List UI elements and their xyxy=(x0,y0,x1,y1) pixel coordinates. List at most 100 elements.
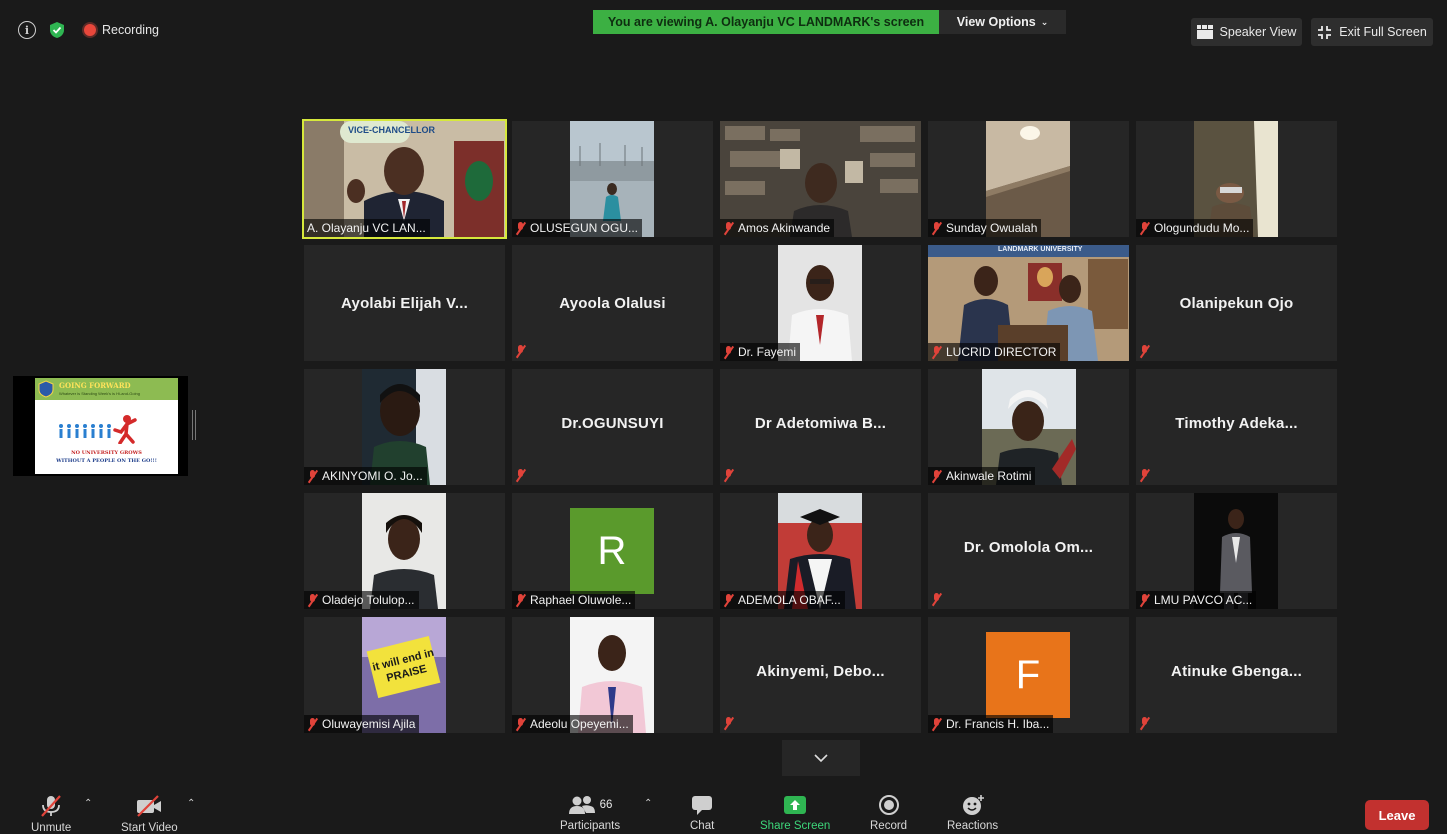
participant-tile[interactable]: Ayoola Olalusi xyxy=(512,245,713,361)
participant-name: Ologundudu Mo... xyxy=(1154,221,1250,235)
participant-name: A. Olayanju VC LAN... xyxy=(307,221,426,235)
participant-name: Oluwayemisi Ajila xyxy=(322,717,416,731)
participant-tile[interactable]: LANDMARK UNIVERSITY LUCRID DIRECTOR xyxy=(928,245,1129,361)
start-video-label: Start Video xyxy=(121,822,178,834)
speaker-view-button[interactable]: Speaker View xyxy=(1191,18,1302,46)
meeting-toolbar: Unmute ⌃ Start Video ⌃ 66 Participants ⌃ xyxy=(0,786,1447,834)
participant-tile[interactable]: R Raphael Oluwole... xyxy=(512,493,713,609)
mic-muted-icon xyxy=(931,469,942,483)
share-screen-icon xyxy=(784,796,807,814)
audio-options-caret[interactable]: ⌃ xyxy=(84,798,92,809)
mic-muted-icon xyxy=(723,221,734,235)
participant-name: Dr. Francis H. Iba... xyxy=(946,717,1050,731)
avatar: R xyxy=(570,508,654,594)
participants-button[interactable]: 66 Participants xyxy=(560,794,620,832)
participant-tile[interactable]: it will end in PRAISE Oluwayemisi Ajila xyxy=(304,617,505,733)
participant-nameplate: A. Olayanju VC LAN... xyxy=(304,219,430,237)
view-options-label: View Options xyxy=(956,15,1036,29)
participant-tile[interactable]: Ologundudu Mo... xyxy=(1136,121,1337,237)
participant-name: Sunday Owualah xyxy=(946,221,1038,235)
participant-name: Akinyemi, Debo... xyxy=(756,662,885,680)
participant-tile[interactable]: Timothy Adeka... xyxy=(1136,369,1337,485)
next-page-button[interactable] xyxy=(782,740,860,776)
speaker-view-icon xyxy=(1196,25,1213,39)
participant-tile[interactable]: Dr.OGUNSUYI xyxy=(512,369,713,485)
leave-button[interactable]: Leave xyxy=(1365,800,1429,830)
participant-tile[interactable]: Olanipekun Ojo xyxy=(1136,245,1337,361)
participant-nameplate: ADEMOLA OBAF... xyxy=(720,591,845,609)
participant-tile[interactable]: ADEMOLA OBAF... xyxy=(720,493,921,609)
view-options-button[interactable]: View Options ⌄ xyxy=(939,10,1066,34)
mic-muted-icon xyxy=(723,717,734,730)
resize-handle[interactable] xyxy=(192,410,196,440)
unmute-label: Unmute xyxy=(31,822,72,834)
participant-tile[interactable]: Akinyemi, Debo... xyxy=(720,617,921,733)
mic-muted-icon xyxy=(307,717,318,731)
participants-options-caret[interactable]: ⌃ xyxy=(644,798,652,809)
participant-tile[interactable]: Dr Adetomiwa B... xyxy=(720,369,921,485)
record-button[interactable]: Record xyxy=(870,794,907,832)
participant-nameplate: AKINYOMI O. Jo... xyxy=(304,467,427,485)
mic-muted-icon xyxy=(515,469,526,482)
participant-nameplate: Ologundudu Mo... xyxy=(1136,219,1254,237)
participant-tile[interactable]: LMU PAVCO AC... xyxy=(1136,493,1337,609)
slide-title: GOING FORWARD xyxy=(59,381,131,390)
participant-nameplate: LUCRID DIRECTOR xyxy=(928,343,1061,361)
participant-name: Dr.OGUNSUYI xyxy=(561,414,664,432)
participant-tile[interactable]: Dr. Omolola Om... xyxy=(928,493,1129,609)
participant-nameplate: Adeolu Opeyemi... xyxy=(512,715,633,733)
shield-icon[interactable] xyxy=(48,21,66,39)
top-bar: i Recording You are viewing A. Olayanju … xyxy=(0,0,1447,64)
mic-muted-icon xyxy=(515,593,526,607)
start-video-button[interactable]: Start Video xyxy=(121,794,178,834)
chevron-down-icon xyxy=(814,754,828,763)
chat-button[interactable]: Chat xyxy=(690,794,714,832)
participant-name: ADEMOLA OBAF... xyxy=(738,593,841,607)
video-off-icon xyxy=(137,795,162,817)
participant-tile-active-speaker[interactable]: VICE-CHANCELLOR A. Olayanju VC LAN... xyxy=(302,119,507,239)
people-row-icon xyxy=(59,424,111,438)
gallery-grid: VICE-CHANCELLOR A. Olayanju VC LAN... OL… xyxy=(302,119,1338,733)
participant-tile[interactable]: Sunday Owualah xyxy=(928,121,1129,237)
participant-tile[interactable]: Adeolu Opeyemi... xyxy=(512,617,713,733)
mic-muted-icon xyxy=(515,345,526,358)
participant-name: Amos Akinwande xyxy=(738,221,831,235)
share-screen-button[interactable]: Share Screen xyxy=(760,794,830,832)
mic-muted-icon xyxy=(1139,593,1150,607)
participant-nameplate: Dr. Fayemi xyxy=(720,343,801,361)
participant-tile[interactable]: Oladejo Tolulop... xyxy=(304,493,505,609)
participant-name: AKINYOMI O. Jo... xyxy=(322,469,423,483)
video-options-caret[interactable]: ⌃ xyxy=(187,798,195,809)
participant-tile[interactable]: Atinuke Gbenga... xyxy=(1136,617,1337,733)
participant-tile[interactable]: Amos Akinwande xyxy=(720,121,921,237)
participant-tile[interactable]: Ayolabi Elijah V... xyxy=(304,245,505,361)
mic-muted-icon xyxy=(1139,345,1150,358)
info-icon[interactable]: i xyxy=(18,21,36,39)
unmute-button[interactable]: Unmute xyxy=(31,794,71,834)
participant-tile[interactable]: Akinwale Rotimi xyxy=(928,369,1129,485)
shared-screen-slide: GOING FORWARD Whatever is Standing Week'… xyxy=(35,378,178,474)
mic-muted-icon xyxy=(1139,469,1150,482)
exit-full-screen-button[interactable]: Exit Full Screen xyxy=(1311,18,1433,46)
participants-icon xyxy=(568,796,595,814)
participant-tile[interactable]: Dr. Fayemi xyxy=(720,245,921,361)
mic-muted-icon xyxy=(1139,221,1150,235)
reactions-button[interactable]: Reactions xyxy=(947,794,998,832)
slide-line-1: NO UNIVERSITY GROWS xyxy=(71,450,142,456)
participant-name: Atinuke Gbenga... xyxy=(1171,662,1302,680)
participant-name: LMU PAVCO AC... xyxy=(1154,593,1253,607)
record-icon xyxy=(878,795,899,815)
participant-tile[interactable]: AKINYOMI O. Jo... xyxy=(304,369,505,485)
recording-indicator[interactable]: Recording xyxy=(84,23,159,37)
speaker-view-label: Speaker View xyxy=(1219,25,1297,39)
participant-name: OLUSEGUN OGU... xyxy=(530,221,639,235)
meeting-status-group: i Recording xyxy=(18,21,159,39)
mic-muted-icon xyxy=(307,593,318,607)
slide-line-2: WITHOUT A PEOPLE ON THE GO!!! xyxy=(56,458,157,464)
participant-name: Dr Adetomiwa B... xyxy=(754,414,887,432)
participant-tile[interactable]: OLUSEGUN OGU... xyxy=(512,121,713,237)
participant-tile[interactable]: F Dr. Francis H. Iba... xyxy=(928,617,1129,733)
vc-banner-text: VICE-CHANCELLOR xyxy=(348,125,435,135)
participant-name: Akinwale Rotimi xyxy=(946,469,1032,483)
shared-screen-thumbnail[interactable]: GOING FORWARD Whatever is Standing Week'… xyxy=(13,376,188,476)
